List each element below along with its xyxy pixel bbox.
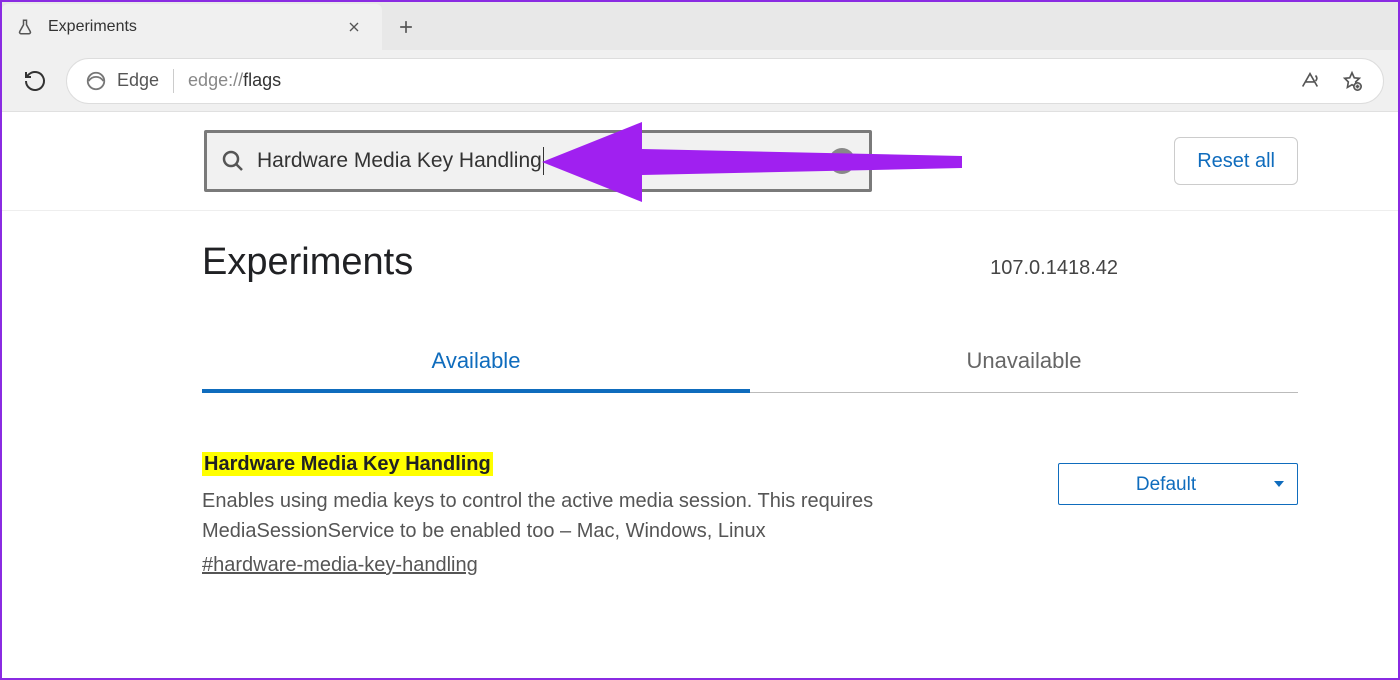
tab-strip: Experiments <box>2 2 1398 50</box>
flag-item: Hardware Media Key Handling Enables usin… <box>202 393 1298 577</box>
tab-title: Experiments <box>48 18 340 36</box>
flag-permalink[interactable]: #hardware-media-key-handling <box>202 554 478 577</box>
flag-select-wrap: Default <box>1058 463 1298 505</box>
header-row: Experiments 107.0.1418.42 <box>202 241 1298 284</box>
browser-tab[interactable]: Experiments <box>2 4 382 50</box>
version-label: 107.0.1418.42 <box>990 257 1118 280</box>
edge-label: Edge <box>117 70 159 91</box>
url-path: flags <box>243 70 281 90</box>
browser-toolbar: Edge edge://flags <box>2 50 1398 112</box>
url-text: edge://flags <box>188 70 281 91</box>
page-title: Experiments <box>202 241 413 284</box>
tab-available[interactable]: Available <box>202 332 750 392</box>
tab-unavailable[interactable]: Unavailable <box>750 332 1298 392</box>
close-icon[interactable] <box>340 13 368 41</box>
new-tab-button[interactable] <box>382 4 430 50</box>
read-aloud-icon[interactable] <box>1297 68 1323 94</box>
search-flags-input[interactable] <box>204 130 872 192</box>
favorites-icon[interactable] <box>1339 68 1365 94</box>
flask-icon <box>16 18 34 36</box>
page-content: Reset all Experiments 107.0.1418.42 Avai… <box>2 112 1398 577</box>
address-bar[interactable]: Edge edge://flags <box>66 58 1384 104</box>
search-input-field[interactable] <box>257 149 543 173</box>
tabs: Available Unavailable <box>202 332 1298 393</box>
divider <box>173 69 174 93</box>
flag-info: Hardware Media Key Handling Enables usin… <box>202 453 1018 577</box>
text-caret <box>543 147 544 175</box>
edge-logo-icon <box>85 70 107 92</box>
flag-description: Enables using media keys to control the … <box>202 486 902 546</box>
url-scheme: edge:// <box>188 70 243 90</box>
search-row: Reset all <box>2 112 1398 211</box>
refresh-button[interactable] <box>16 62 54 100</box>
reset-all-button[interactable]: Reset all <box>1174 137 1298 185</box>
search-icon <box>221 149 245 173</box>
flag-title: Hardware Media Key Handling <box>202 452 493 476</box>
clear-icon[interactable] <box>829 148 855 174</box>
flag-state-select[interactable]: Default <box>1058 463 1298 505</box>
